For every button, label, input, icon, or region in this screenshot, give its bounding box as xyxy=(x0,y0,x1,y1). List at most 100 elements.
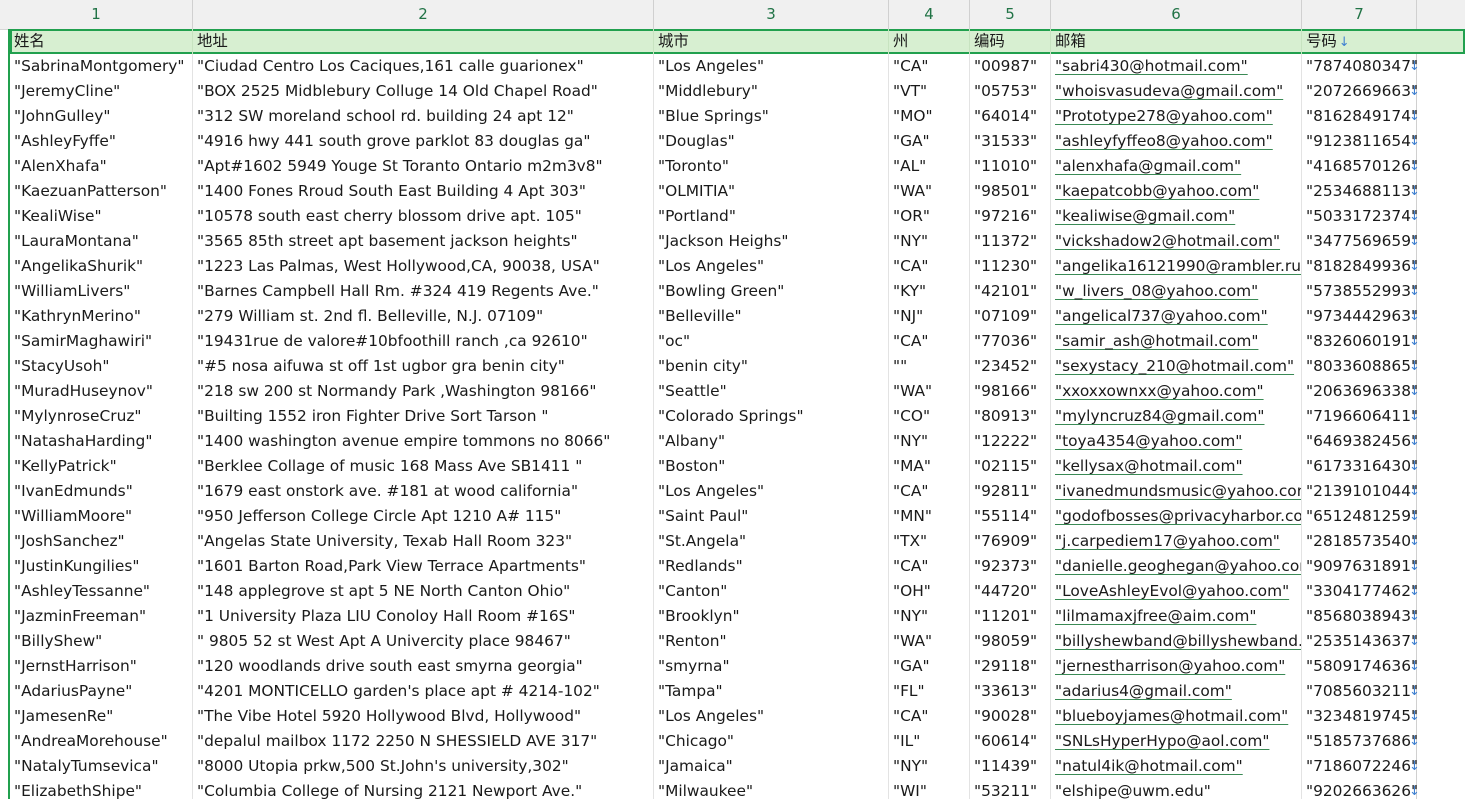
city-cell[interactable]: "St.Angela" xyxy=(654,529,889,554)
address-cell[interactable]: "3565 85th street apt basement jackson h… xyxy=(193,229,654,254)
table-row[interactable]: "AshleyFyffe" "4916 hwy 441 south grove p… xyxy=(10,129,1465,154)
table-row[interactable]: "KealiWise" "10578 south east cherry blos… xyxy=(10,204,1465,229)
city-cell[interactable]: "Jamaica" xyxy=(654,754,889,779)
zip-cell[interactable]: "29118" xyxy=(970,654,1051,679)
table-row[interactable]: "KellyPatrick" "Berklee Collage of music … xyxy=(10,454,1465,479)
field-header-state[interactable]: 州 xyxy=(889,29,970,54)
state-cell[interactable]: "CA" xyxy=(889,54,970,79)
city-cell[interactable]: "Los Angeles" xyxy=(654,479,889,504)
email-cell[interactable]: "natul4ik@hotmail.com" xyxy=(1051,754,1302,779)
email-cell[interactable]: "SNLsHyperHypo@aol.com" xyxy=(1051,729,1302,754)
table-row[interactable]: "AshleyTessanne" "148 applegrove st apt 5… xyxy=(10,579,1465,604)
state-cell[interactable]: "MA" xyxy=(889,454,970,479)
city-cell[interactable]: "smyrna" xyxy=(654,654,889,679)
phone-cell[interactable]: "8182849936" xyxy=(1302,254,1419,279)
name-cell[interactable]: "WilliamLivers" xyxy=(10,279,193,304)
state-cell[interactable]: "IL" xyxy=(889,729,970,754)
zip-cell[interactable]: "31533" xyxy=(970,129,1051,154)
city-cell[interactable]: "oc" xyxy=(654,329,889,354)
city-cell[interactable]: "Douglas" xyxy=(654,129,889,154)
zip-cell[interactable]: "23452" xyxy=(970,354,1051,379)
table-row[interactable]: "KathrynMerino" "279 William st. 2nd fl. … xyxy=(10,304,1465,329)
zip-cell[interactable]: "77036" xyxy=(970,329,1051,354)
zip-cell[interactable]: "11201" xyxy=(970,604,1051,629)
phone-cell[interactable]: "2072669663" xyxy=(1302,79,1419,104)
table-row[interactable]: "SamirMaghawiri" "19431rue de valore#10bf… xyxy=(10,329,1465,354)
name-cell[interactable]: "AngelikaShurik" xyxy=(10,254,193,279)
zip-cell[interactable]: "80913" xyxy=(970,404,1051,429)
email-cell[interactable]: "kellysax@hotmail.com" xyxy=(1051,454,1302,479)
state-cell[interactable]: "FL" xyxy=(889,679,970,704)
phone-cell[interactable]: "5738552993" xyxy=(1302,279,1419,304)
table-row[interactable]: "ElizabethShipe" "Columbia College of Nur… xyxy=(10,779,1465,799)
column-header-6[interactable]: 6 xyxy=(1051,0,1302,29)
city-cell[interactable]: "Middlebury" xyxy=(654,79,889,104)
address-cell[interactable]: "950 Jefferson College Circle Apt 1210 A… xyxy=(193,504,654,529)
city-cell[interactable]: "Albany" xyxy=(654,429,889,454)
city-cell[interactable]: "Toronto" xyxy=(654,154,889,179)
table-row[interactable]: "MuradHuseynov" "218 sw 200 st Normandy P… xyxy=(10,379,1465,404)
name-cell[interactable]: "KellyPatrick" xyxy=(10,454,193,479)
zip-cell[interactable]: "55114" xyxy=(970,504,1051,529)
phone-cell[interactable]: "2534688113" xyxy=(1302,179,1419,204)
name-cell[interactable]: "LauraMontana" xyxy=(10,229,193,254)
phone-cell[interactable]: "5185737686" xyxy=(1302,729,1419,754)
city-cell[interactable]: "Los Angeles" xyxy=(654,704,889,729)
zip-cell[interactable]: "76909" xyxy=(970,529,1051,554)
field-header-row[interactable]: 姓名 地址 城市 州 编码 邮箱 号码 ↓ xyxy=(10,29,1465,54)
state-cell[interactable]: "KY" xyxy=(889,279,970,304)
address-cell[interactable]: "120 woodlands drive south east smyrna g… xyxy=(193,654,654,679)
address-cell[interactable]: "Columbia College of Nursing 2121 Newpor… xyxy=(193,779,654,799)
name-cell[interactable]: "JazminFreeman" xyxy=(10,604,193,629)
state-cell[interactable]: "WA" xyxy=(889,179,970,204)
email-cell[interactable]: "adarius4@gmail.com" xyxy=(1051,679,1302,704)
address-cell[interactable]: "1601 Barton Road,Park View Terrace Apar… xyxy=(193,554,654,579)
state-cell[interactable]: "AL" xyxy=(889,154,970,179)
phone-cell[interactable]: "7196606411" xyxy=(1302,404,1419,429)
table-row[interactable]: "StacyUsoh" "#5 nosa aifuwa st off 1st ug… xyxy=(10,354,1465,379)
city-cell[interactable]: "Tampa" xyxy=(654,679,889,704)
phone-cell[interactable]: "8033608865" xyxy=(1302,354,1419,379)
table-row[interactable]: "JazminFreeman" "1 University Plaza LIU C… xyxy=(10,604,1465,629)
field-header-email[interactable]: 邮箱 xyxy=(1051,29,1302,54)
email-cell[interactable]: "j.carpediem17@yahoo.com" xyxy=(1051,529,1302,554)
email-cell[interactable]: "blueboyjames@hotmail.com" xyxy=(1051,704,1302,729)
zip-cell[interactable]: "92373" xyxy=(970,554,1051,579)
city-cell[interactable]: "Bowling Green" xyxy=(654,279,889,304)
email-cell[interactable]: "godofbosses@privacyharbor.com" xyxy=(1051,504,1302,529)
city-cell[interactable]: "Seattle" xyxy=(654,379,889,404)
city-cell[interactable]: "Belleville" xyxy=(654,304,889,329)
column-header-3[interactable]: 3 xyxy=(654,0,889,29)
table-row[interactable]: "AngelikaShurik" "1223 Las Palmas, West H… xyxy=(10,254,1465,279)
state-cell[interactable]: "NY" xyxy=(889,754,970,779)
state-cell[interactable]: "CA" xyxy=(889,329,970,354)
address-cell[interactable]: "312 SW moreland school rd. building 24 … xyxy=(193,104,654,129)
address-cell[interactable]: "8000 Utopia prkw,500 St.John's universi… xyxy=(193,754,654,779)
address-cell[interactable]: "19431rue de valore#10bfoothill ranch ,c… xyxy=(193,329,654,354)
zip-cell[interactable]: "98501" xyxy=(970,179,1051,204)
city-cell[interactable]: "Brooklyn" xyxy=(654,604,889,629)
name-cell[interactable]: "BillyShew" xyxy=(10,629,193,654)
state-cell[interactable]: "MN" xyxy=(889,504,970,529)
email-cell[interactable]: "w_livers_08@yahoo.com" xyxy=(1051,279,1302,304)
column-header-7[interactable]: 7 xyxy=(1302,0,1417,29)
zip-cell[interactable]: "44720" xyxy=(970,579,1051,604)
phone-cell[interactable]: "4168570126" xyxy=(1302,154,1419,179)
name-cell[interactable]: "MuradHuseynov" xyxy=(10,379,193,404)
phone-cell[interactable]: "6512481259" xyxy=(1302,504,1419,529)
name-cell[interactable]: "AdariusPayne" xyxy=(10,679,193,704)
email-cell[interactable]: "ivanedmundsmusic@yahoo.com" xyxy=(1051,479,1302,504)
name-cell[interactable]: "StacyUsoh" xyxy=(10,354,193,379)
zip-cell[interactable]: "64014" xyxy=(970,104,1051,129)
state-cell[interactable]: "CA" xyxy=(889,254,970,279)
table-row[interactable]: "KaezuanPatterson" "1400 Fones Rroud Sout… xyxy=(10,179,1465,204)
phone-cell[interactable]: "5809174636" xyxy=(1302,654,1419,679)
email-cell[interactable]: "billyshewband@billyshewband.com" xyxy=(1051,629,1302,654)
address-cell[interactable]: "BOX 2525 Midblebury Colluge 14 Old Chap… xyxy=(193,79,654,104)
table-row[interactable]: "JohnGulley" "312 SW moreland school rd. … xyxy=(10,104,1465,129)
table-row[interactable]: "BillyShew" " 9805 52 st West Apt A Unive… xyxy=(10,629,1465,654)
zip-cell[interactable]: "12222" xyxy=(970,429,1051,454)
field-header-name[interactable]: 姓名 xyxy=(10,29,193,54)
name-cell[interactable]: "NatashaHarding" xyxy=(10,429,193,454)
state-cell[interactable]: "OH" xyxy=(889,579,970,604)
